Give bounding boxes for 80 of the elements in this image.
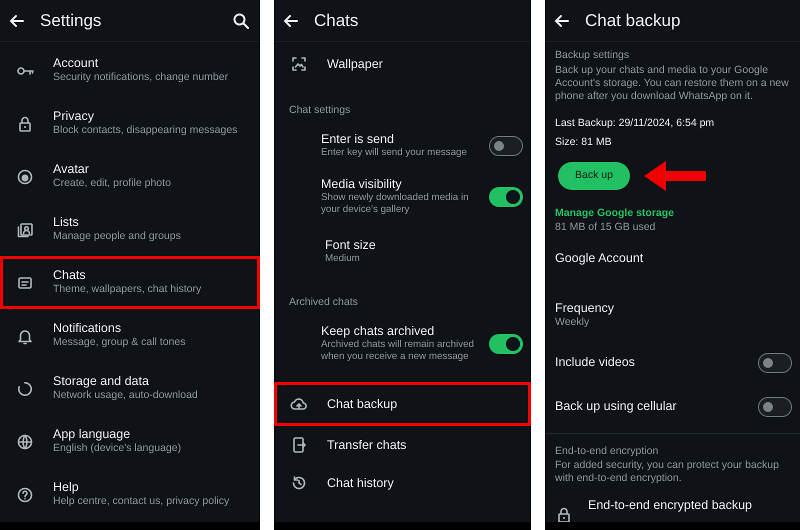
encryption-description: For added security, you can protect your backup with end-to-end encryption. <box>555 459 780 486</box>
wallpaper-icon <box>290 55 308 73</box>
settings-item[interactable]: Storage and data Network usage, auto-download <box>0 362 260 415</box>
screen-title: Chats <box>314 10 358 32</box>
item-description: Message, group & call tones <box>53 336 186 350</box>
item-description: Block contacts, disappearing messages <box>53 124 238 138</box>
manage-storage-link[interactable]: Manage Google storage <box>555 206 792 222</box>
item-label: Notifications <box>53 321 122 336</box>
item-label: Avatar <box>53 162 90 178</box>
item-description: Security notifications, change number <box>53 71 228 85</box>
search-icon[interactable] <box>232 12 250 30</box>
section-header: Chat settings <box>289 103 350 118</box>
screen-title: Settings <box>40 10 102 32</box>
last-backup-text: Last Backup: 29/11/2024, 6:54 pm <box>555 116 716 132</box>
settings-item[interactable]: Lists Manage people and groups <box>0 203 260 256</box>
help-icon <box>16 486 34 504</box>
item-description: Enter key will send your message <box>321 147 468 160</box>
avatar-icon <box>16 168 34 186</box>
item-label: Help <box>53 480 80 496</box>
item-description: Show newly downloaded media in your device's gallery <box>321 192 470 217</box>
menu-item[interactable]: Chat history <box>274 464 531 502</box>
item-label: Media visibility <box>321 177 403 192</box>
item-label: Chats <box>53 268 87 284</box>
toggle-switch[interactable] <box>758 352 792 372</box>
item-label: End-to-end encrypted backup <box>588 498 752 512</box>
settings-item[interactable]: Notifications Message, group & call tones <box>0 309 260 362</box>
item-label: Font size <box>325 238 377 253</box>
item-description: English (device's language) <box>53 442 182 456</box>
section-header: Backup settings <box>555 48 630 63</box>
backup-size-text: Size: 81 MB <box>555 134 613 150</box>
settings-item[interactable]: Avatar Create, edit, profile photo <box>0 150 260 203</box>
lock-icon <box>16 114 34 132</box>
section-header: Archived chats <box>289 295 358 310</box>
settings-item[interactable]: Chats Theme, wallpapers, chat history <box>0 256 260 309</box>
history-icon <box>290 474 308 492</box>
item-label: Frequency <box>555 300 616 316</box>
item-description: Archived chats will remain archived when you receive a new message <box>321 338 475 364</box>
item-description: Weekly <box>555 316 590 329</box>
item-label: Back up using cellular <box>555 399 677 414</box>
item-label: Google Account <box>555 250 644 266</box>
item-description: Manage people and groups <box>53 230 181 244</box>
phone-transfer-icon <box>290 436 308 454</box>
item-label: Account <box>53 56 100 72</box>
settings-item[interactable]: Account Security notifications, change number <box>0 44 260 97</box>
item-label: Privacy <box>53 109 95 124</box>
screen-title: Chat backup <box>585 10 680 32</box>
item-label: Chat history <box>327 476 394 491</box>
item-label: Chat backup <box>327 396 398 412</box>
toggle-switch[interactable] <box>489 136 523 156</box>
globe-icon <box>16 432 34 450</box>
toggle-switch[interactable] <box>758 396 792 416</box>
item-label: Include videos <box>555 355 635 370</box>
item-description: Network usage, auto-download <box>53 389 198 403</box>
settings-item[interactable]: Privacy Block contacts, disappearing messages <box>0 97 260 150</box>
menu-item[interactable]: Chat backup <box>274 382 531 426</box>
item-description: Create, edit, profile photo <box>53 177 171 191</box>
item-description: Theme, wallpapers, chat history <box>53 283 202 297</box>
settings-item[interactable]: Help Help centre, contact us, privacy policy <box>0 468 260 521</box>
backup-description: Back up your chats and media to your Google Account's storage. You can restore them on a new phone after you download WhatsApp on it. <box>555 64 790 104</box>
item-label: Keep chats archived <box>321 324 436 339</box>
item-label: Lists <box>53 215 80 230</box>
item-label: Enter is send <box>321 132 395 147</box>
contact-list-icon <box>16 220 34 238</box>
item-description: Medium <box>325 252 361 265</box>
item-description: Help centre, contact us, privacy policy <box>53 495 230 509</box>
settings-option[interactable]: Frequency Weekly <box>555 298 792 340</box>
settings-option[interactable]: Google Account <box>555 248 792 298</box>
menu-item[interactable]: Transfer chats <box>274 426 531 464</box>
item-label: Wallpaper <box>327 56 383 72</box>
lock-icon <box>555 506 573 524</box>
storage-used-text: 81 MB of 15 GB used <box>555 221 656 234</box>
item-label: App language <box>53 427 132 442</box>
toggle-switch[interactable] <box>489 186 523 207</box>
toggle-switch[interactable] <box>489 334 523 354</box>
section-header: End-to-end encryption <box>555 444 660 458</box>
settings-item[interactable]: App language English (device's language) <box>0 415 260 468</box>
menu-item[interactable]: Wallpaper <box>274 42 531 86</box>
item-label: Transfer chats <box>327 438 406 453</box>
back-up-button[interactable]: Back up <box>558 162 630 190</box>
item-label: Storage and data <box>53 374 150 390</box>
